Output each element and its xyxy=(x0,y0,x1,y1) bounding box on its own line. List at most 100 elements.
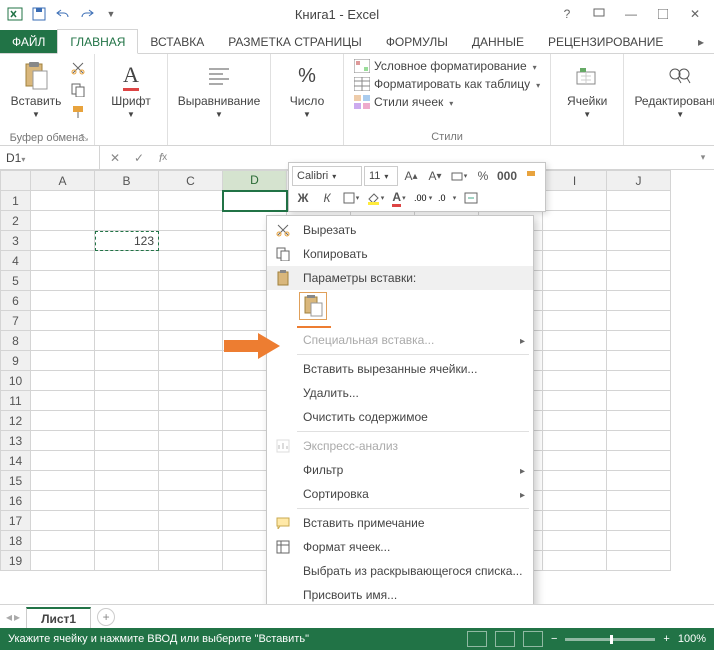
cell[interactable] xyxy=(223,191,287,211)
cell[interactable] xyxy=(159,431,223,451)
ctx-copy[interactable]: Копировать xyxy=(267,242,533,266)
cell[interactable] xyxy=(31,531,95,551)
accounting-format-icon[interactable] xyxy=(448,166,470,186)
cell[interactable] xyxy=(159,471,223,491)
cell[interactable] xyxy=(543,191,607,211)
tab-layout[interactable]: РАЗМЕТКА СТРАНИЦЫ xyxy=(216,30,374,53)
cut-icon[interactable] xyxy=(68,58,88,78)
cell[interactable] xyxy=(159,191,223,211)
sheet-tab[interactable]: Лист1 xyxy=(26,607,91,629)
ribbon-options-icon[interactable] xyxy=(584,3,614,25)
row-header[interactable]: 4 xyxy=(1,251,31,271)
cell[interactable] xyxy=(159,271,223,291)
cell[interactable] xyxy=(607,371,671,391)
cell[interactable] xyxy=(95,251,159,271)
cancel-icon[interactable]: ✕ xyxy=(104,148,126,168)
page-break-view-icon[interactable] xyxy=(523,631,543,647)
cell[interactable] xyxy=(31,251,95,271)
comma-icon[interactable]: 000 xyxy=(496,166,518,186)
cell[interactable] xyxy=(159,451,223,471)
normal-view-icon[interactable] xyxy=(467,631,487,647)
cell[interactable] xyxy=(607,331,671,351)
fill-color-icon[interactable] xyxy=(364,188,386,208)
maximize-icon[interactable] xyxy=(648,3,678,25)
row-header[interactable]: 5 xyxy=(1,271,31,291)
col-header[interactable]: A xyxy=(31,171,95,191)
cell[interactable] xyxy=(95,391,159,411)
cell[interactable] xyxy=(95,471,159,491)
row-header[interactable]: 8 xyxy=(1,331,31,351)
select-all-corner[interactable] xyxy=(1,171,31,191)
cell[interactable] xyxy=(543,511,607,531)
zoom-in-icon[interactable]: + xyxy=(663,633,669,645)
cell[interactable] xyxy=(607,451,671,471)
font-color-icon[interactable]: A xyxy=(388,188,410,208)
cell[interactable] xyxy=(543,311,607,331)
cell[interactable] xyxy=(159,251,223,271)
cell[interactable] xyxy=(31,371,95,391)
cell[interactable] xyxy=(31,231,95,251)
cell[interactable] xyxy=(159,391,223,411)
cell[interactable] xyxy=(31,551,95,571)
cell[interactable] xyxy=(543,431,607,451)
row-header[interactable]: 2 xyxy=(1,211,31,231)
cell[interactable] xyxy=(543,471,607,491)
cell[interactable] xyxy=(607,251,671,271)
percent-icon[interactable]: % xyxy=(472,166,494,186)
qat-dropdown-icon[interactable]: ▼ xyxy=(100,3,122,25)
dialog-launcher-icon[interactable]: ⤡ xyxy=(81,132,88,143)
cell[interactable] xyxy=(607,271,671,291)
row-header[interactable]: 1 xyxy=(1,191,31,211)
cell[interactable] xyxy=(543,271,607,291)
cell[interactable] xyxy=(607,231,671,251)
tab-data[interactable]: ДАННЫЕ xyxy=(460,30,536,53)
grow-font-icon[interactable]: A▴ xyxy=(400,166,422,186)
cell[interactable] xyxy=(159,331,223,351)
cell[interactable] xyxy=(95,331,159,351)
cell[interactable] xyxy=(607,391,671,411)
cell[interactable] xyxy=(607,551,671,571)
format-painter-icon[interactable] xyxy=(520,166,542,186)
enter-icon[interactable]: ✓ xyxy=(128,148,150,168)
cell[interactable] xyxy=(159,291,223,311)
row-header[interactable]: 10 xyxy=(1,371,31,391)
col-header[interactable]: J xyxy=(607,171,671,191)
cell[interactable] xyxy=(607,311,671,331)
paste-option-default[interactable] xyxy=(299,292,327,320)
cell[interactable] xyxy=(95,371,159,391)
cell[interactable]: 123 xyxy=(95,231,159,251)
tab-scroll-icon[interactable]: ▸ xyxy=(688,31,714,53)
new-sheet-icon[interactable]: + xyxy=(97,608,115,626)
cell[interactable] xyxy=(543,391,607,411)
row-header[interactable]: 18 xyxy=(1,531,31,551)
cell[interactable] xyxy=(31,391,95,411)
cell[interactable] xyxy=(543,531,607,551)
cell[interactable] xyxy=(95,511,159,531)
cell[interactable] xyxy=(607,511,671,531)
cell[interactable] xyxy=(607,291,671,311)
cell[interactable] xyxy=(607,191,671,211)
tab-formulas[interactable]: ФОРМУЛЫ xyxy=(374,30,460,53)
cell[interactable] xyxy=(159,551,223,571)
cell[interactable] xyxy=(31,471,95,491)
format-painter-icon[interactable] xyxy=(68,102,88,122)
ctx-sort[interactable]: Сортировка xyxy=(267,482,533,506)
cell[interactable] xyxy=(95,211,159,231)
close-icon[interactable]: ✕ xyxy=(680,3,710,25)
tab-home[interactable]: ГЛАВНАЯ xyxy=(57,29,138,54)
cell[interactable] xyxy=(95,531,159,551)
cell[interactable] xyxy=(95,311,159,331)
cells-button[interactable]: Ячейки▼ xyxy=(557,58,617,121)
border-icon[interactable] xyxy=(340,188,362,208)
cell[interactable] xyxy=(31,491,95,511)
size-select[interactable]: 11 ▾ xyxy=(364,166,398,186)
format-table-button[interactable]: Форматировать как таблицу xyxy=(350,76,544,92)
zoom-slider[interactable] xyxy=(565,638,655,641)
cell[interactable] xyxy=(543,451,607,471)
cell[interactable] xyxy=(159,411,223,431)
cell[interactable] xyxy=(159,491,223,511)
cell[interactable] xyxy=(543,491,607,511)
redo-icon[interactable] xyxy=(76,3,98,25)
cell[interactable] xyxy=(159,531,223,551)
ctx-delete[interactable]: Удалить... xyxy=(267,381,533,405)
